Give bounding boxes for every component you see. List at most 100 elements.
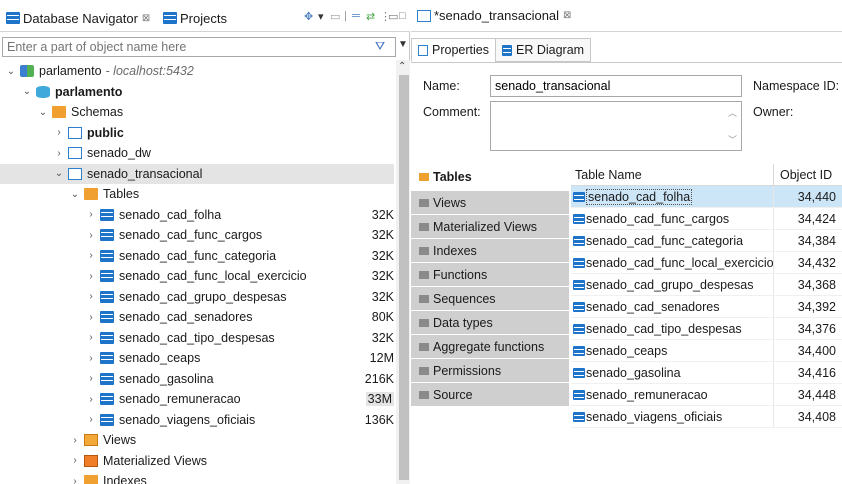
cell-table-name[interactable]: senado_viagens_oficiais	[571, 406, 774, 427]
dropdown-icon[interactable]: ▾	[318, 8, 324, 24]
tree-node[interactable]: › senado_cad_func_local_exercicio 32K	[0, 266, 394, 286]
filter-dropdown-icon[interactable]: ▼	[398, 39, 408, 50]
scroll-up-icon[interactable]: ⌃	[398, 61, 406, 72]
tree-node[interactable]: › Views	[0, 430, 394, 450]
tree-node[interactable]: › Materialized Views	[0, 451, 394, 471]
cell-table-name[interactable]: senado_cad_grupo_despesas	[571, 274, 774, 295]
minus-link-icon[interactable]: ═	[352, 8, 360, 24]
cell-object-id[interactable]: 34,392	[774, 296, 842, 317]
expand-arrow-icon[interactable]: ›	[68, 455, 82, 466]
object-filter-input[interactable]	[2, 37, 396, 57]
collapse-arrow-icon[interactable]: ⌄	[20, 86, 34, 97]
expand-arrow-icon[interactable]: ›	[84, 353, 98, 364]
table-row[interactable]: senado_cad_func_cargos 34,424	[571, 208, 842, 230]
cell-object-id[interactable]: 34,448	[774, 384, 842, 405]
expand-arrow-icon[interactable]: ›	[52, 127, 66, 138]
tree-scrollbar-thumb[interactable]	[399, 75, 409, 480]
cell-object-id[interactable]: 34,376	[774, 318, 842, 339]
table-row[interactable]: senado_gasolina 34,416	[571, 362, 842, 384]
cell-object-id[interactable]: 34,384	[774, 230, 842, 251]
table-row[interactable]: senado_cad_tipo_despesas 34,376	[571, 318, 842, 340]
tree-node[interactable]: › senado_cad_func_cargos 32K	[0, 225, 394, 245]
expand-arrow-icon[interactable]: ›	[68, 476, 82, 484]
tree-node[interactable]: ⌄ parlamento	[0, 82, 394, 102]
cell-object-id[interactable]: 34,424	[774, 208, 842, 229]
scroll-up-icon[interactable]: ︿	[728, 106, 737, 119]
vtab-sequences[interactable]: Sequences	[411, 287, 569, 310]
vtab-views[interactable]: Views	[411, 191, 569, 214]
table-row[interactable]: senado_viagens_oficiais 34,408	[571, 406, 842, 428]
close-icon[interactable]: ⊠	[142, 13, 150, 24]
tree-node[interactable]: › senado_remuneracao 33M	[0, 389, 394, 409]
cell-object-id[interactable]: 34,408	[774, 406, 842, 427]
tree-node[interactable]: › senado_cad_func_categoria 32K	[0, 246, 394, 266]
tree-node[interactable]: › senado_dw	[0, 143, 394, 163]
collapse-arrow-icon[interactable]: ⌄	[68, 189, 82, 200]
expand-arrow-icon[interactable]: ›	[84, 373, 98, 384]
table-row[interactable]: senado_cad_senadores 34,392	[571, 296, 842, 318]
table-row[interactable]: senado_remuneracao 34,448	[571, 384, 842, 406]
tree-node[interactable]: › senado_gasolina 216K	[0, 369, 394, 389]
expand-arrow-icon[interactable]: ›	[84, 332, 98, 343]
column-header-object-id[interactable]: Object ID	[774, 164, 842, 185]
expand-arrow-icon[interactable]: ›	[84, 250, 98, 261]
expand-arrow-icon[interactable]: ›	[84, 291, 98, 302]
expand-arrow-icon[interactable]: ›	[84, 271, 98, 282]
tree-node[interactable]: › senado_cad_senadores 80K	[0, 307, 394, 327]
vtab-materialized-views[interactable]: Materialized Views	[411, 215, 569, 238]
collapse-arrow-icon[interactable]: ⌄	[4, 66, 18, 77]
filter-icon[interactable]: ⛛	[375, 39, 385, 54]
cell-object-id[interactable]: 34,432	[774, 252, 842, 273]
maximize-icon[interactable]: □	[399, 8, 406, 24]
tab-database-navigator[interactable]: Database Navigator ⊠	[6, 8, 150, 28]
tree-node[interactable]: › senado_ceaps 12M	[0, 348, 394, 368]
tree-node[interactable]: › senado_cad_tipo_despesas 32K	[0, 328, 394, 348]
vtab-tables[interactable]: Tables	[411, 164, 569, 190]
cell-object-id[interactable]: 34,368	[774, 274, 842, 295]
table-row[interactable]: senado_cad_folha 34,440	[571, 186, 842, 208]
tree-node[interactable]: › senado_cad_grupo_despesas 32K	[0, 287, 394, 307]
tree-node[interactable]: › senado_viagens_oficiais 136K	[0, 410, 394, 430]
cell-table-name[interactable]: senado_cad_func_cargos	[571, 208, 774, 229]
cell-object-id[interactable]: 34,440	[774, 186, 842, 207]
scroll-down-icon[interactable]: ﹀	[728, 133, 737, 146]
tree-node[interactable]: ⌄ parlamento - localhost:5432	[0, 61, 394, 81]
editor-tab[interactable]: *senado_transacional ⊠	[417, 8, 571, 23]
collapse-arrow-icon[interactable]: ⌄	[36, 107, 50, 118]
table-row[interactable]: senado_cad_grupo_despesas 34,368	[571, 274, 842, 296]
cell-table-name[interactable]: senado_cad_folha	[571, 186, 774, 207]
table-row[interactable]: senado_cad_func_categoria 34,384	[571, 230, 842, 252]
table-row[interactable]: senado_ceaps 34,400	[571, 340, 842, 362]
expand-arrow-icon[interactable]: ›	[84, 230, 98, 241]
cell-table-name[interactable]: senado_gasolina	[571, 362, 774, 383]
close-icon[interactable]: ⊠	[563, 10, 571, 21]
cell-table-name[interactable]: senado_cad_func_categoria	[571, 230, 774, 251]
vtab-functions[interactable]: Functions	[411, 263, 569, 286]
vtab-source[interactable]: Source	[411, 383, 569, 406]
tab-projects[interactable]: Projects	[163, 8, 227, 28]
column-header-table-name[interactable]: Table Name	[571, 164, 774, 185]
minimize-icon[interactable]: ▭	[388, 8, 398, 24]
tab-er-diagram[interactable]: ER Diagram	[494, 38, 592, 62]
tree-node[interactable]: ⌄ senado_transacional	[0, 163, 394, 184]
vtab-permissions[interactable]: Permissions	[411, 359, 569, 382]
collapse-icon[interactable]: ▭	[330, 8, 340, 24]
tree-node[interactable]: ⌄ Schemas	[0, 102, 394, 122]
cell-table-name[interactable]: senado_cad_func_local_exercicio	[571, 252, 774, 273]
tab-properties[interactable]: Properties	[411, 38, 496, 62]
collapse-arrow-icon[interactable]: ⌄	[52, 168, 66, 179]
name-field[interactable]	[490, 75, 742, 97]
tree-node[interactable]: › public	[0, 123, 394, 143]
cell-table-name[interactable]: senado_cad_tipo_despesas	[571, 318, 774, 339]
cell-table-name[interactable]: senado_ceaps	[571, 340, 774, 361]
link-editor-icon[interactable]: ⇄	[366, 8, 375, 24]
connect-icon[interactable]: ✥	[304, 8, 313, 24]
table-row[interactable]: senado_cad_func_local_exercicio 34,432	[571, 252, 842, 274]
tree-node[interactable]: › senado_cad_folha 32K	[0, 205, 394, 225]
expand-arrow-icon[interactable]: ›	[84, 209, 98, 220]
tree-node[interactable]: ⌄ Tables	[0, 184, 394, 204]
expand-arrow-icon[interactable]: ›	[84, 312, 98, 323]
vtab-aggregate-functions[interactable]: Aggregate functions	[411, 335, 569, 358]
cell-table-name[interactable]: senado_cad_senadores	[571, 296, 774, 317]
expand-arrow-icon[interactable]: ›	[52, 148, 66, 159]
